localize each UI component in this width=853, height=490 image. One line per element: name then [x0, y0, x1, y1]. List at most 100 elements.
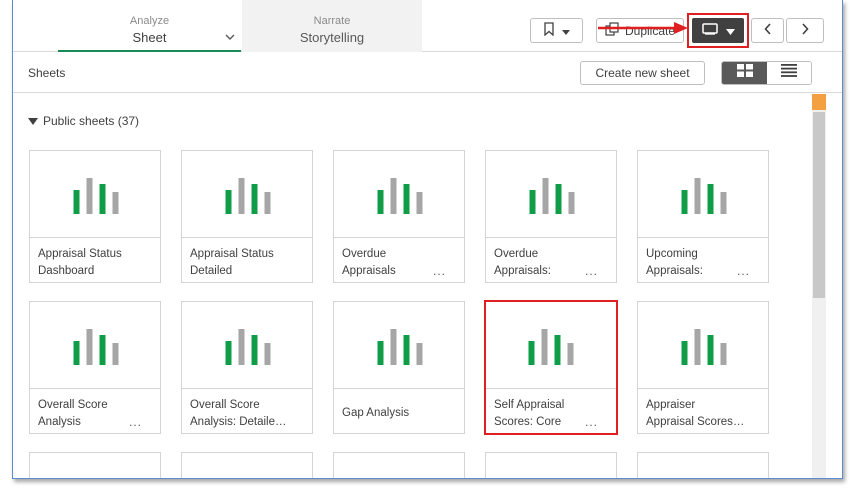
- thumbnail-bar: [403, 335, 410, 365]
- sheet-card[interactable]: [181, 452, 313, 478]
- list-icon: [781, 64, 797, 82]
- thumbnail-bar: [554, 335, 561, 365]
- thumbnail-bar: [707, 184, 714, 214]
- thumbnail-bar: [694, 178, 701, 214]
- tab-analyze-caption: Analyze: [129, 15, 170, 27]
- thumbnail-bar: [403, 184, 410, 214]
- sheet-thumbnail: [30, 302, 160, 389]
- tab-narrate-label: Storytelling: [299, 30, 365, 45]
- thumbnail-bar: [555, 184, 562, 214]
- thumbnail-bar: [377, 341, 384, 365]
- panel-title: Sheets: [28, 66, 66, 80]
- caret-down-icon: [562, 24, 570, 38]
- sheet-thumbnail: [486, 151, 616, 238]
- grid-icon: [736, 64, 753, 82]
- thumbnail-bar: [99, 184, 106, 214]
- sheet-chart-icon: [225, 329, 271, 365]
- sheet-title: Appraisal Status Dashboard: [38, 248, 122, 277]
- caret-down-icon: [725, 24, 735, 38]
- sheet-card[interactable]: Appraiser Appraisal Scores…: [637, 301, 769, 434]
- create-new-sheet-button[interactable]: Create new sheet: [580, 61, 705, 85]
- thumbnail-bar: [377, 190, 384, 214]
- sheet-thumbnail: [182, 151, 312, 238]
- annotation-arrow-icon: [598, 22, 688, 34]
- sheet-thumbnail: [334, 302, 464, 389]
- app-window: Analyze Sheet Narrate Storytelling Dupli…: [12, 0, 843, 479]
- tab-narrate-storytelling[interactable]: Narrate Storytelling: [242, 0, 422, 52]
- sheet-title: Appraiser Appraisal Scores…: [646, 399, 745, 428]
- sheet-title-ellipsis: ...: [584, 264, 598, 278]
- thumbnail-bar: [567, 343, 574, 365]
- sheet-card[interactable]: Appraisal Status Detailed: [181, 150, 313, 283]
- sheet-card[interactable]: [29, 452, 161, 478]
- section-label: Public sheets (37): [43, 114, 140, 128]
- sheet-chart-icon: [528, 329, 574, 365]
- thumbnail-bar: [73, 341, 80, 365]
- sheet-thumbnail: [638, 151, 768, 238]
- sheet-card[interactable]: [485, 452, 617, 478]
- sheet-chart-icon: [73, 329, 119, 365]
- view-toggle: [721, 61, 812, 85]
- sheet-card[interactable]: [333, 452, 465, 478]
- thumbnail-bar: [529, 190, 536, 214]
- next-sheet-button[interactable]: [786, 18, 824, 43]
- sheet-menu-button[interactable]: [687, 13, 749, 48]
- sheet-thumbnail: [638, 302, 768, 389]
- sheet-title-ellipsis: ...: [432, 264, 446, 278]
- sheet-chart-icon: [225, 178, 271, 214]
- bookmark-icon: [543, 22, 555, 39]
- thumbnail-bar: [264, 343, 271, 365]
- sheet-chart-icon: [377, 329, 423, 365]
- sheet-title-ellipsis: ...: [128, 415, 142, 429]
- sheet-title-ellipsis: ...: [736, 264, 750, 278]
- sheet-card[interactable]: [637, 452, 769, 478]
- sheet-chart-icon: [681, 329, 727, 365]
- sheet-title: Appraisal Status Detailed: [190, 248, 274, 277]
- sheet-title: Overall Score Analysis: Detaile…: [190, 399, 287, 428]
- bookmark-button[interactable]: [530, 18, 583, 43]
- thumbnail-bar: [707, 335, 714, 365]
- thumbnail-bar: [264, 192, 271, 214]
- thumbnail-bar: [720, 343, 727, 365]
- thumbnail-bar: [251, 184, 258, 214]
- tab-analyze-sheet[interactable]: Analyze Sheet: [58, 0, 241, 52]
- scrollbar-thumb[interactable]: [813, 112, 825, 298]
- scroll-up-arrow[interactable]: [812, 94, 826, 110]
- thumbnail-bar: [86, 329, 93, 365]
- sheet-card[interactable]: Overall Score Analysis: Detaile…: [181, 301, 313, 434]
- top-toolbar: Analyze Sheet Narrate Storytelling Dupli…: [13, 0, 842, 52]
- vertical-scrollbar[interactable]: [812, 94, 826, 478]
- public-sheets-section-toggle[interactable]: Public sheets (37): [28, 114, 139, 128]
- thumbnail-bar: [112, 343, 119, 365]
- thumbnail-bar: [86, 178, 93, 214]
- thumbnail-bar: [390, 178, 397, 214]
- list-view-button[interactable]: [767, 62, 811, 84]
- thumbnail-bar: [73, 190, 80, 214]
- sheet-card[interactable]: Overdue Appraisals: ...: [485, 150, 617, 283]
- thumbnail-bar: [99, 335, 106, 365]
- sheet-chart-icon: [529, 178, 575, 214]
- thumbnail-bar: [390, 329, 397, 365]
- thumbnail-bar: [416, 192, 423, 214]
- sheet-thumbnail: [182, 302, 312, 389]
- chevron-down-icon[interactable]: [225, 30, 235, 44]
- thumbnail-bar: [681, 341, 688, 365]
- sheet-thumbnail: [486, 302, 616, 389]
- sheet-card[interactable]: Upcoming Appraisals: ...: [637, 150, 769, 283]
- sheet-card-self-appraisal[interactable]: Self Appraisal Scores: Core ...: [484, 300, 618, 435]
- grid-view-button[interactable]: [722, 62, 767, 84]
- sheets-panel-header: Sheets Create new sheet: [13, 53, 842, 93]
- thumbnail-bar: [112, 192, 119, 214]
- sheet-card[interactable]: Overall Score Analysis ...: [29, 301, 161, 434]
- thumbnail-bar: [681, 190, 688, 214]
- thumbnail-bar: [225, 190, 232, 214]
- sheet-card[interactable]: Appraisal Status Dashboard: [29, 150, 161, 283]
- sheet-menu-inner: [692, 18, 744, 43]
- sheet-card[interactable]: Overdue Appraisals ...: [333, 150, 465, 283]
- previous-sheet-button[interactable]: [751, 18, 784, 43]
- thumbnail-bar: [251, 335, 258, 365]
- sheet-card[interactable]: Gap Analysis: [333, 301, 465, 434]
- tab-analyze-label: Sheet: [132, 30, 167, 45]
- thumbnail-bar: [238, 329, 245, 365]
- sheet-title-ellipsis: ...: [584, 415, 598, 429]
